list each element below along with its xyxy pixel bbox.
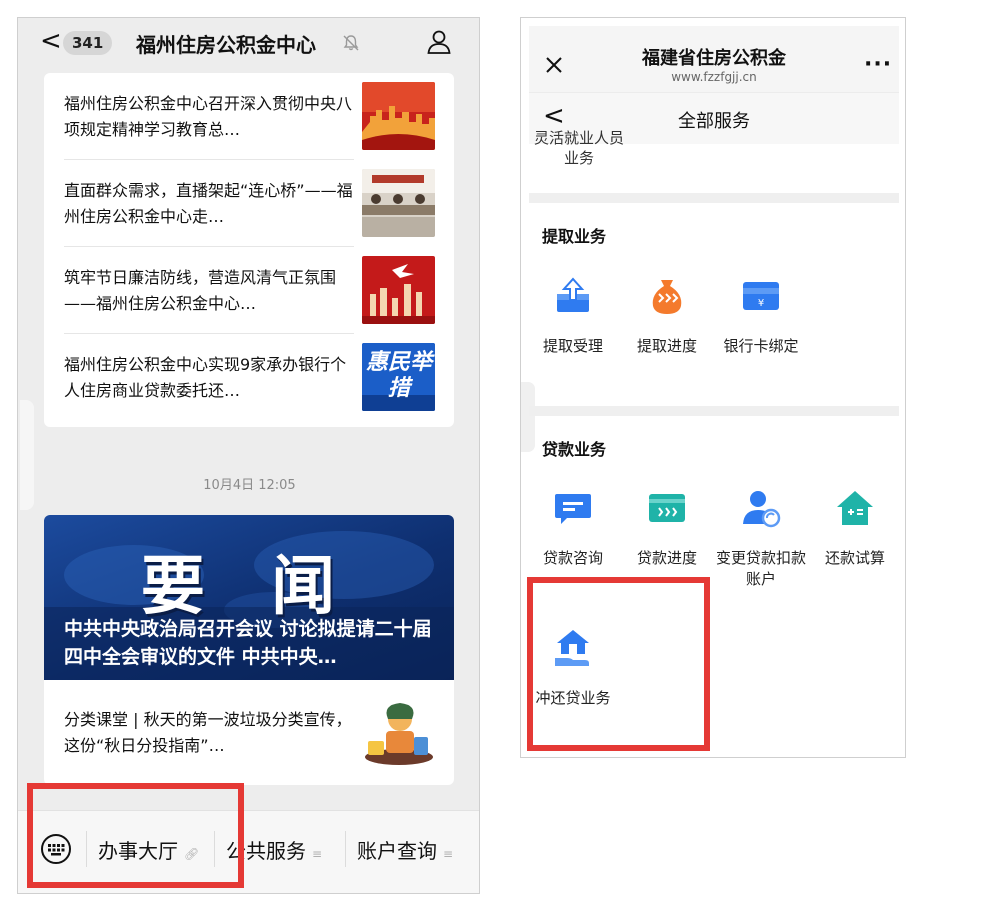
money-bag-icon: [652, 280, 682, 314]
section-title-loan: 贷款业务: [542, 440, 607, 459]
service-label: 提取受理: [542, 337, 603, 355]
feature-banner: 要 闻 中共中央政治局召开会议 讨论拟提请二十届四中全会审议的文件 中共中央…: [44, 515, 454, 680]
menu-item-label: 账户查询: [357, 839, 437, 863]
news-thumbnail: [362, 82, 435, 150]
section-divider: [529, 406, 899, 416]
news-thumbnail: [362, 256, 435, 324]
news-item[interactable]: 福州住房公积金中心实现9家承办银行个人住房商业贷款委托还… 惠民举措: [44, 334, 454, 421]
service-withdraw-accept[interactable]: 提取受理: [527, 276, 619, 357]
card-progress-icon: [649, 494, 685, 522]
back-button[interactable]: <: [40, 28, 62, 54]
news-thumbnail: [362, 697, 435, 767]
service-loan-progress[interactable]: 贷款进度: [621, 488, 713, 569]
feature-headline: 中共中央政治局召开会议 讨论拟提请二十届四中全会审议的文件 中共中央…: [64, 618, 432, 668]
side-drawer-handle[interactable]: [521, 382, 535, 452]
service-change-loan-account[interactable]: 变更贷款扣款账户: [715, 488, 807, 590]
site-url: www.fzzfgjj.cn: [671, 70, 757, 84]
news-thumbnail: [362, 169, 435, 237]
house-calculator-icon: [837, 491, 873, 525]
message-timestamp: 10月4日 12:05: [203, 478, 296, 493]
thumbnail-caption: 惠民举措: [366, 350, 433, 401]
side-drawer-handle[interactable]: [20, 400, 34, 510]
news-item-title: 福州住房公积金中心召开深入贯彻中央八项规定精神学习教育总…: [64, 94, 353, 139]
menu-item-account-query[interactable]: 账户查询 ≡: [357, 835, 453, 864]
news-item-title: 筑牢节日廉洁防线，营造风清气正氛围——福州住房公积金中心…: [64, 268, 337, 313]
person-icon[interactable]: [426, 29, 452, 55]
service-repayment-calc[interactable]: 还款试算: [809, 488, 901, 569]
service-label: 银行卡绑定: [723, 337, 799, 355]
news-item-title: 分类课堂 | 秋天的第一波垃圾分类宣传，这份“秋日分投指南”…: [64, 710, 352, 755]
banner-heading: 要 闻: [140, 549, 358, 624]
section-divider: [529, 193, 899, 203]
user-refresh-icon: [743, 491, 781, 528]
service-withdraw-progress[interactable]: 提取进度: [621, 276, 713, 357]
divider: [345, 831, 346, 867]
service-label: 还款试算: [824, 549, 885, 567]
news-item[interactable]: 筑牢节日廉洁防线，营造风清气正氛围——福州住房公积金中心…: [44, 247, 454, 334]
bank-card-icon: ¥: [743, 282, 779, 310]
wechat-chat-screen: < 341 福州住房公积金中心 福州住房公积金中心召开深入贯彻中央八项规定精神学…: [17, 17, 480, 894]
chat-bubble-icon: [555, 494, 591, 524]
mini-program-header: 福建省住房公积金 www.fzzfgjj.cn ··· < 全部服务: [529, 26, 899, 144]
news-card: 福州住房公积金中心召开深入贯彻中央八项规定精神学习教育总… 直面群众需求，直播架…: [44, 73, 454, 427]
feature-article-card[interactable]: 要 闻 中共中央政治局召开会议 讨论拟提请二十届四中全会审议的文件 中共中央… …: [44, 515, 454, 785]
service-bank-card-binding[interactable]: ¥ 银行卡绑定: [715, 276, 807, 357]
service-loan-consult[interactable]: 贷款咨询: [527, 488, 619, 569]
news-item[interactable]: 直面群众需求，直播架起“连心桥”——福州住房公积金中心走…: [44, 160, 454, 247]
more-button[interactable]: ···: [864, 52, 892, 77]
highlight-box: [27, 783, 244, 888]
highlight-box: [527, 577, 710, 751]
unread-count-badge[interactable]: 341: [63, 31, 113, 55]
service-label: 贷款咨询: [542, 549, 603, 567]
menu-lines-icon: ≡: [312, 847, 323, 861]
news-thumbnail: 惠民举措: [362, 343, 435, 411]
chat-title: 福州住房公积金中心: [136, 33, 316, 57]
upload-tray-icon: [557, 277, 589, 312]
news-item[interactable]: 福州住房公积金中心召开深入贯彻中央八项规定精神学习教育总…: [44, 73, 454, 160]
chat-header: < 341 福州住房公积金中心: [18, 18, 479, 68]
service-label: 变更贷款扣款账户: [715, 549, 806, 588]
svg-text:¥: ¥: [758, 298, 764, 309]
news-item-title: 直面群众需求，直播架起“连心桥”——福州住房公积金中心走…: [64, 181, 353, 226]
bell-muted-icon: [343, 35, 359, 51]
menu-lines-icon: ≡: [443, 847, 454, 861]
service-item-label-partial[interactable]: 灵活就业人员业务: [529, 128, 629, 168]
service-label: 提取进度: [636, 337, 697, 355]
news-item-title: 福州住房公积金中心实现9家承办银行个人住房商业贷款委托还…: [64, 355, 347, 400]
service-label: 贷款进度: [636, 549, 697, 567]
section-title-withdrawal: 提取业务: [542, 227, 607, 246]
site-title: 福建省住房公积金: [642, 48, 786, 69]
